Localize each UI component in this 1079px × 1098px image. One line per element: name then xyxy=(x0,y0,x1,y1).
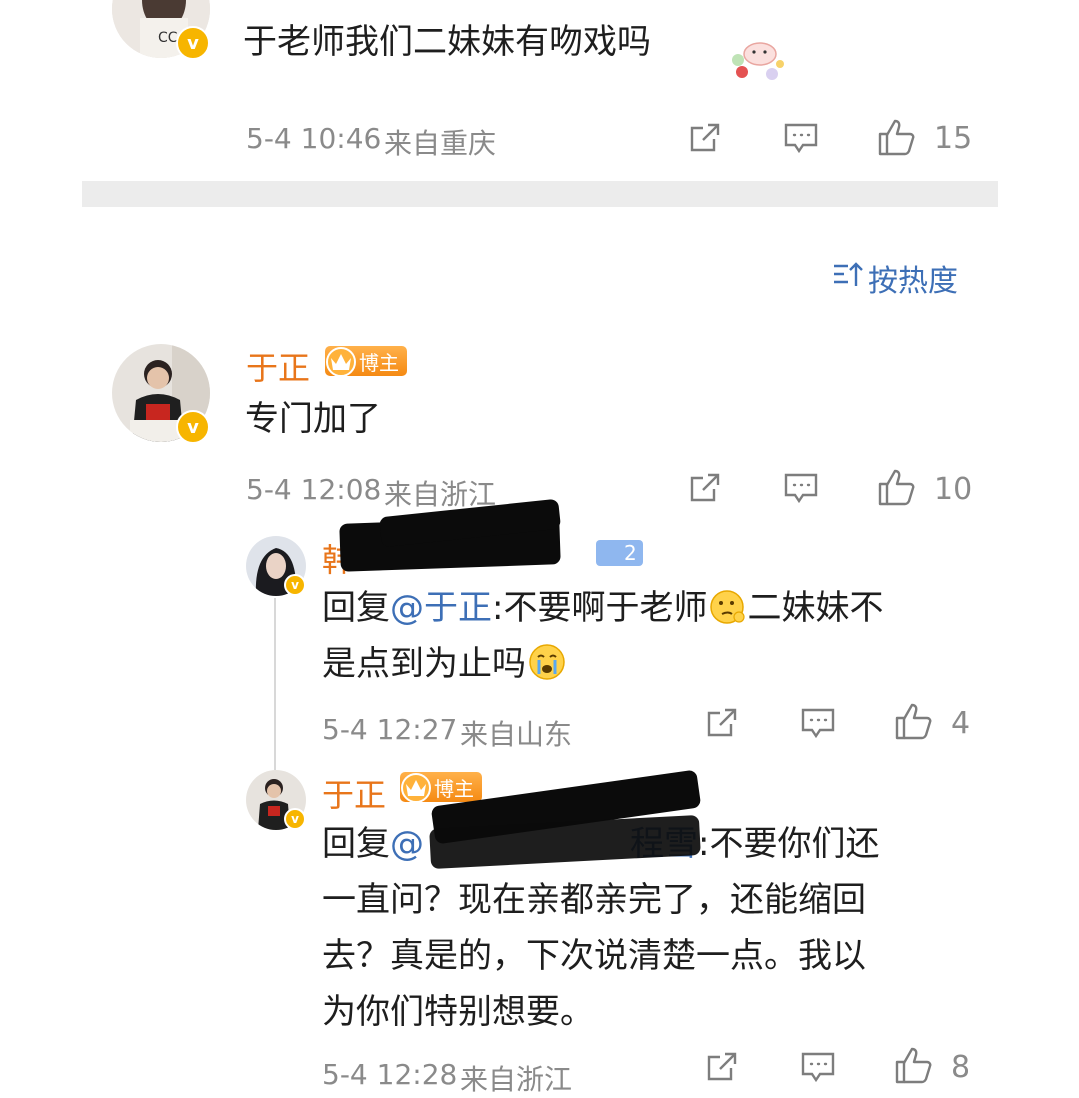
share-icon[interactable] xyxy=(688,121,722,159)
reply-text: 为你们特别想要。 xyxy=(322,992,594,1032)
comment-icon[interactable] xyxy=(783,471,819,509)
location: 来自浙江 xyxy=(460,1063,573,1096)
verified-v-icon: v xyxy=(284,808,306,830)
section-divider xyxy=(82,181,998,207)
reply-text-part: :不要你们还 xyxy=(698,824,880,864)
timestamp: 5-4 12:28 xyxy=(322,1058,458,1091)
comment-text: 于老师我们二妹妹有吻戏吗 xyxy=(243,22,651,62)
share-icon[interactable] xyxy=(688,471,722,509)
reply-text: 去？真是的，下次说清楚一点。我以 xyxy=(322,936,866,976)
username[interactable]: 于正 xyxy=(322,770,386,816)
comment-icon[interactable] xyxy=(783,121,819,159)
sort-icon[interactable] xyxy=(832,260,864,294)
thumbs-up-icon[interactable] xyxy=(894,701,934,745)
comment-text: 专门加了 xyxy=(245,399,381,439)
thumbs-up-icon[interactable] xyxy=(877,467,917,511)
crown-icon xyxy=(401,773,431,803)
reply-prefix: 回复 xyxy=(322,824,390,864)
timestamp: 5-4 12:27 xyxy=(322,713,458,746)
blogger-badge: 博主 xyxy=(325,346,407,377)
reply-text: 是点到为止吗 xyxy=(322,636,566,692)
thread-line xyxy=(274,598,276,770)
reply-text-part: 是点到为止吗 xyxy=(322,644,526,684)
thumbs-up-icon[interactable] xyxy=(877,117,917,161)
reply-text: 一直问？现在亲都亲完了，还能缩回 xyxy=(322,880,866,920)
verified-v-icon: v xyxy=(176,26,210,60)
comment-icon[interactable] xyxy=(800,706,836,744)
blogger-badge: 博主 xyxy=(400,772,482,803)
reply-prefix: 回复 xyxy=(322,588,390,628)
timestamp: 5-4 12:08 xyxy=(246,473,382,506)
level-badge: 2 xyxy=(596,540,643,566)
reply-text-part: 二妹妹不 xyxy=(747,588,884,628)
comment-icon[interactable] xyxy=(800,1050,836,1088)
timestamp: 5-4 10:46 xyxy=(246,122,382,155)
thumbs-up-icon[interactable] xyxy=(894,1045,934,1089)
like-count: 8 xyxy=(951,1050,971,1085)
crown-icon xyxy=(326,347,356,377)
like-count: 10 xyxy=(934,472,973,507)
mention-link[interactable]: @于正 xyxy=(390,588,492,628)
location: 来自重庆 xyxy=(384,127,497,160)
thinking-emoji-icon xyxy=(709,586,746,624)
like-count: 15 xyxy=(934,121,973,156)
share-icon[interactable] xyxy=(705,706,739,744)
svg-text:CC: CC xyxy=(158,30,178,46)
verified-v-icon: v xyxy=(176,410,210,444)
share-icon[interactable] xyxy=(705,1050,739,1088)
sort-by-hot-button[interactable]: 按热度 xyxy=(868,256,958,300)
sticker-icon xyxy=(728,34,790,84)
reply-text-part: :不要啊于老师 xyxy=(492,588,708,628)
like-count: 4 xyxy=(951,706,971,741)
reply-text: 回复@于正:不要啊于老师 二妹妹不 xyxy=(322,580,883,636)
verified-v-icon: v xyxy=(284,574,306,596)
username[interactable]: 于正 xyxy=(246,343,310,389)
crying-emoji-icon xyxy=(528,642,566,680)
location: 来自山东 xyxy=(460,718,573,751)
